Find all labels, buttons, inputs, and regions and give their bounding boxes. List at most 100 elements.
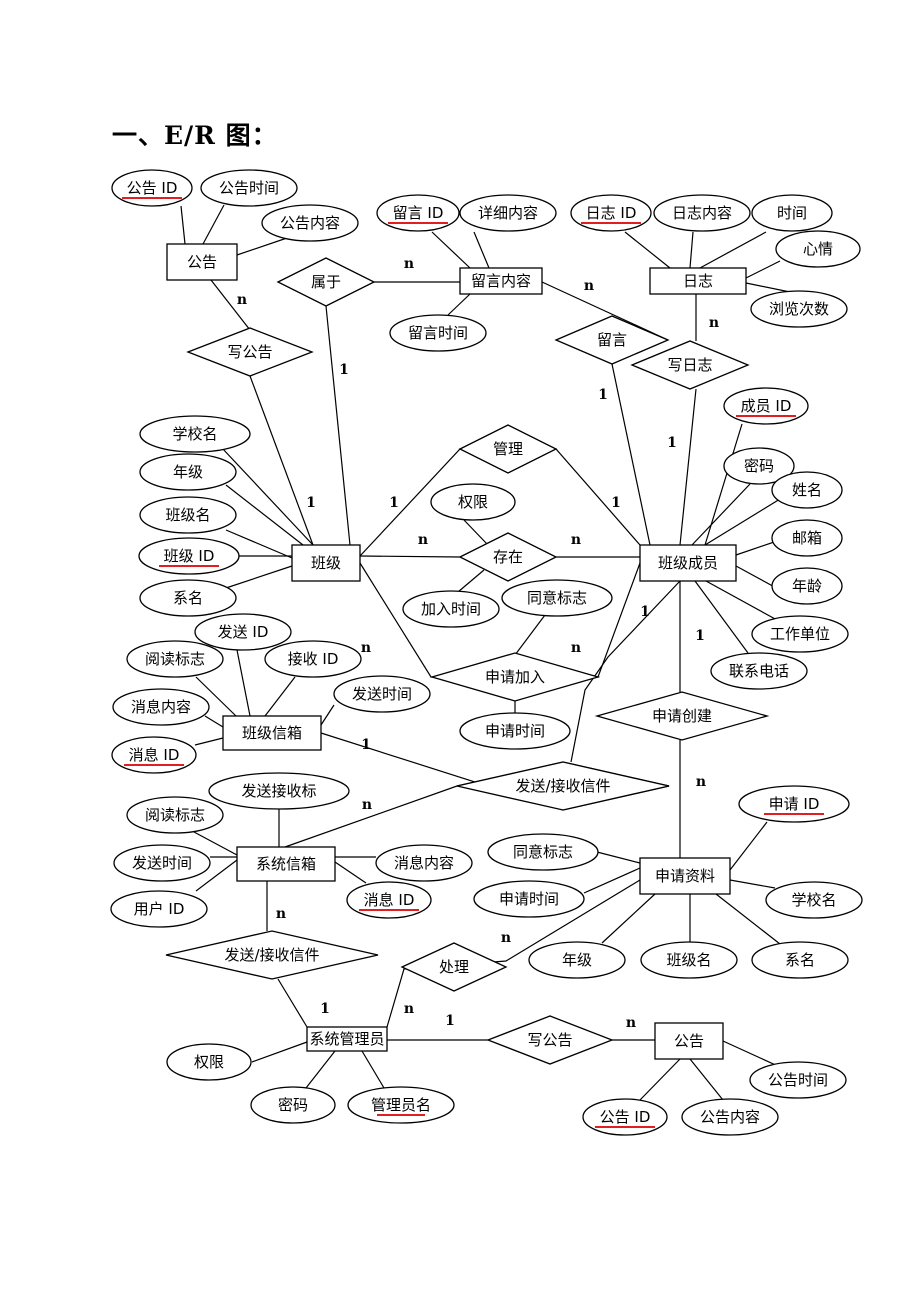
entity-chengyuan[interactable]: 班级成员 xyxy=(639,544,737,582)
attribute[interactable]: 同意标志 xyxy=(501,579,613,617)
connector-line xyxy=(611,363,651,546)
attribute[interactable]: 心情 xyxy=(775,230,861,268)
relationship-xiegonggao2[interactable]: 写公告 xyxy=(486,1015,614,1065)
attribute[interactable]: 详细内容 xyxy=(459,194,557,232)
relationship-shuyu[interactable]: 属于 xyxy=(276,257,376,307)
cardinality-label: n xyxy=(404,256,414,272)
key-attribute[interactable]: 成员 ID xyxy=(723,387,809,425)
relationship-cunzai[interactable]: 存在 xyxy=(458,532,558,582)
attribute[interactable]: 学校名 xyxy=(765,881,863,919)
attribute[interactable]: 年龄 xyxy=(771,567,843,605)
key-attribute[interactable]: 日志 ID xyxy=(570,194,652,232)
entity-gonggao1[interactable]: 公告 xyxy=(166,243,238,281)
attribute[interactable]: 公告内容 xyxy=(261,204,359,242)
key-attribute[interactable]: 申请 ID xyxy=(738,785,850,823)
attribute-label: 发送时间 xyxy=(352,685,412,703)
relationship-shenqingchuangjian[interactable]: 申请创建 xyxy=(594,691,770,741)
attribute[interactable]: 班级名 xyxy=(139,496,237,534)
relationship-xiegonggao1[interactable]: 写公告 xyxy=(186,327,314,377)
attribute[interactable]: 浏览次数 xyxy=(750,290,848,328)
entity-gonggao2[interactable]: 公告 xyxy=(654,1022,724,1060)
key-attribute[interactable]: 管理员名 xyxy=(347,1086,455,1124)
attribute[interactable]: 申请时间 xyxy=(459,712,571,750)
attribute[interactable]: 发送接收标 xyxy=(208,772,350,810)
connector-line xyxy=(204,715,224,728)
cardinality-label: 1 xyxy=(320,1001,330,1017)
entity-shenqing[interactable]: 申请资料 xyxy=(639,857,731,895)
key-attribute[interactable]: 消息 ID xyxy=(346,881,432,919)
connector-line xyxy=(463,519,488,545)
key-attribute[interactable]: 公告 ID xyxy=(582,1098,668,1136)
attribute[interactable]: 发送时间 xyxy=(113,844,211,882)
attribute[interactable]: 发送时间 xyxy=(333,675,431,713)
attribute-label: 学校名 xyxy=(172,425,217,443)
attribute[interactable]: 学校名 xyxy=(139,415,251,453)
attribute[interactable]: 密码 xyxy=(250,1086,336,1124)
attribute[interactable]: 时间 xyxy=(751,194,833,232)
entity-guanliyuan[interactable]: 系统管理员 xyxy=(306,1026,388,1052)
entity-xitongxinxiang[interactable]: 系统信箱 xyxy=(236,846,336,882)
cardinality-label: 1 xyxy=(306,495,316,511)
connector-line xyxy=(264,676,296,717)
connector-line xyxy=(305,1050,336,1089)
relationship-label: 申请创建 xyxy=(652,707,712,725)
attribute[interactable]: 留言时间 xyxy=(389,314,487,352)
attribute[interactable]: 年级 xyxy=(528,941,626,979)
attribute[interactable]: 用户 ID xyxy=(110,890,208,928)
attribute[interactable]: 日志内容 xyxy=(653,194,751,232)
attribute[interactable]: 班级名 xyxy=(640,941,738,979)
attribute-label: 班级 ID xyxy=(164,547,215,565)
relationship-fasong1[interactable]: 发送/接收信件 xyxy=(456,761,670,811)
relationship-chuli[interactable]: 处理 xyxy=(400,942,508,992)
attribute[interactable]: 年级 xyxy=(139,453,237,491)
relationship-label: 申请加入 xyxy=(485,668,545,686)
attribute-label: 消息 ID xyxy=(129,746,180,764)
attribute[interactable]: 消息内容 xyxy=(375,844,473,882)
attribute-label: 消息内容 xyxy=(131,698,191,716)
attribute[interactable]: 系名 xyxy=(751,941,849,979)
connector-line xyxy=(679,388,697,546)
cardinality-label: n xyxy=(237,292,247,308)
attribute[interactable]: 消息内容 xyxy=(112,688,210,726)
attribute[interactable]: 申请时间 xyxy=(473,880,585,918)
relationship-label: 发送/接收信件 xyxy=(224,946,319,964)
attribute[interactable]: 公告时间 xyxy=(749,1061,847,1099)
relationship-shenqingjiaru[interactable]: 申请加入 xyxy=(429,652,601,702)
key-attribute[interactable]: 留言 ID xyxy=(376,194,460,232)
entity-rizhi[interactable]: 日志 xyxy=(649,267,747,295)
attribute-label: 消息 ID xyxy=(364,891,415,909)
attribute[interactable]: 接收 ID xyxy=(264,640,362,678)
entity-liuyan[interactable]: 留言内容 xyxy=(459,267,543,295)
attribute[interactable]: 姓名 xyxy=(771,471,843,509)
attribute[interactable]: 邮箱 xyxy=(771,519,843,557)
key-attribute[interactable]: 公告 ID xyxy=(111,169,193,207)
attribute[interactable]: 公告内容 xyxy=(681,1098,779,1136)
cardinality-label: n xyxy=(501,930,511,946)
attribute[interactable]: 发送 ID xyxy=(194,613,292,651)
cardinality-label: n xyxy=(709,315,719,331)
attribute[interactable]: 公告时间 xyxy=(200,169,298,207)
attribute[interactable]: 同意标志 xyxy=(487,833,599,871)
connector-line xyxy=(689,1058,724,1101)
attribute[interactable]: 系名 xyxy=(139,579,237,617)
attribute-label: 系名 xyxy=(785,951,815,969)
attribute[interactable]: 权限 xyxy=(430,483,516,521)
attribute[interactable]: 加入时间 xyxy=(402,590,500,628)
attribute-label: 浏览次数 xyxy=(769,300,829,318)
entity-label: 班级成员 xyxy=(658,554,718,572)
key-attribute[interactable]: 班级 ID xyxy=(138,537,240,575)
relationship-guanli[interactable]: 管理 xyxy=(458,424,558,474)
relationship-fasong2[interactable]: 发送/接收信件 xyxy=(165,930,379,980)
key-attribute[interactable]: 消息 ID xyxy=(111,736,197,774)
attribute[interactable]: 阅读标志 xyxy=(126,796,224,834)
entity-banji[interactable]: 班级 xyxy=(291,544,361,582)
attribute[interactable]: 权限 xyxy=(166,1043,252,1081)
attribute[interactable]: 联系电话 xyxy=(710,652,808,690)
attribute[interactable]: 阅读标志 xyxy=(126,640,224,678)
attribute[interactable]: 工作单位 xyxy=(751,615,849,653)
cardinality-label: 1 xyxy=(640,604,650,620)
entity-banjixinxiang[interactable]: 班级信箱 xyxy=(222,715,322,751)
connector-line xyxy=(729,821,768,871)
connector-line xyxy=(514,614,546,656)
relationship-label: 管理 xyxy=(493,440,523,458)
